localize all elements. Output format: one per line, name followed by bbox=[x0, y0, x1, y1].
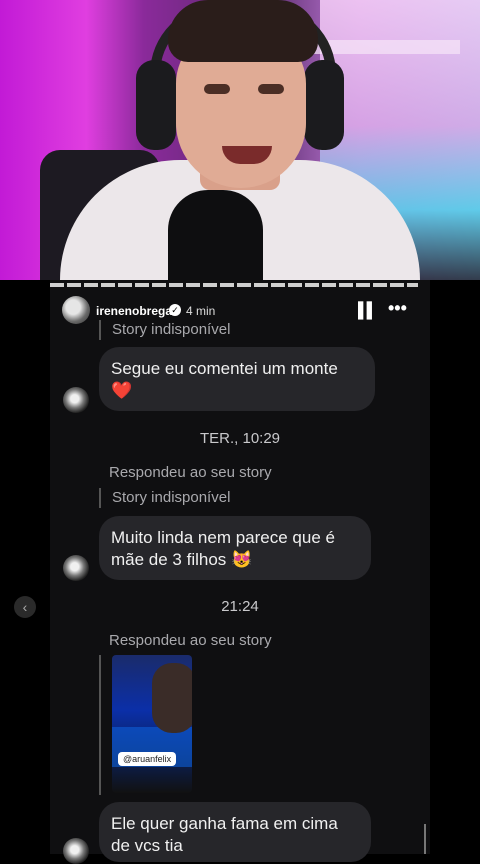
message-text: Muito linda nem parece que é bbox=[111, 528, 335, 547]
quote-line bbox=[99, 655, 101, 795]
message-bubble[interactable]: Muito linda nem parece que é mãe de 3 fi… bbox=[99, 516, 371, 580]
message-bubble[interactable]: Segue eu comentei um monte ❤️ bbox=[99, 347, 375, 411]
heart-emoji: ❤️ bbox=[111, 381, 133, 400]
story-quote: Story indisponível bbox=[99, 488, 230, 508]
avatar[interactable] bbox=[63, 555, 89, 581]
headphone-left bbox=[136, 60, 176, 150]
thumbnail-person bbox=[152, 663, 192, 733]
chat-timestamp: 21:24 bbox=[221, 598, 259, 615]
story-time: 4 min bbox=[186, 304, 216, 318]
person-eye bbox=[204, 84, 230, 94]
pause-icon[interactable]: ▌▌ bbox=[358, 302, 377, 319]
mention-tag[interactable]: @aruanfelix bbox=[118, 752, 177, 766]
verified-icon: ✓ bbox=[169, 304, 181, 316]
story-username[interactable]: irenenobrega bbox=[96, 304, 172, 318]
message-bubble[interactable]: Ele quer ganha fama em cima de vcs tia bbox=[99, 802, 371, 862]
chevron-left-icon[interactable]: ‹ bbox=[14, 596, 36, 618]
avatar[interactable] bbox=[62, 296, 90, 324]
replied-label: Respondeu ao seu story bbox=[109, 464, 272, 481]
person-hair bbox=[168, 0, 318, 62]
avatar[interactable] bbox=[63, 387, 89, 413]
message-text: Segue eu comentei um monte bbox=[111, 359, 338, 378]
scrollbar[interactable] bbox=[424, 824, 426, 854]
message-text: mãe de 3 filhos 😻 bbox=[111, 550, 253, 569]
microphone bbox=[168, 190, 263, 280]
story-progress-bar bbox=[50, 283, 418, 287]
avatar[interactable] bbox=[63, 838, 89, 864]
headphone-right bbox=[304, 60, 344, 150]
chat-timestamp: TER., 10:29 bbox=[199, 430, 281, 447]
replied-label: Respondeu ao seu story bbox=[109, 632, 272, 649]
webcam-video bbox=[0, 0, 480, 280]
message-text: Ele quer ganha fama em cima bbox=[111, 814, 338, 833]
story-thumbnail[interactable] bbox=[112, 655, 192, 793]
story-quote: Story indisponível bbox=[99, 320, 230, 340]
person-eye bbox=[258, 84, 284, 94]
more-icon[interactable]: ••• bbox=[388, 298, 407, 319]
